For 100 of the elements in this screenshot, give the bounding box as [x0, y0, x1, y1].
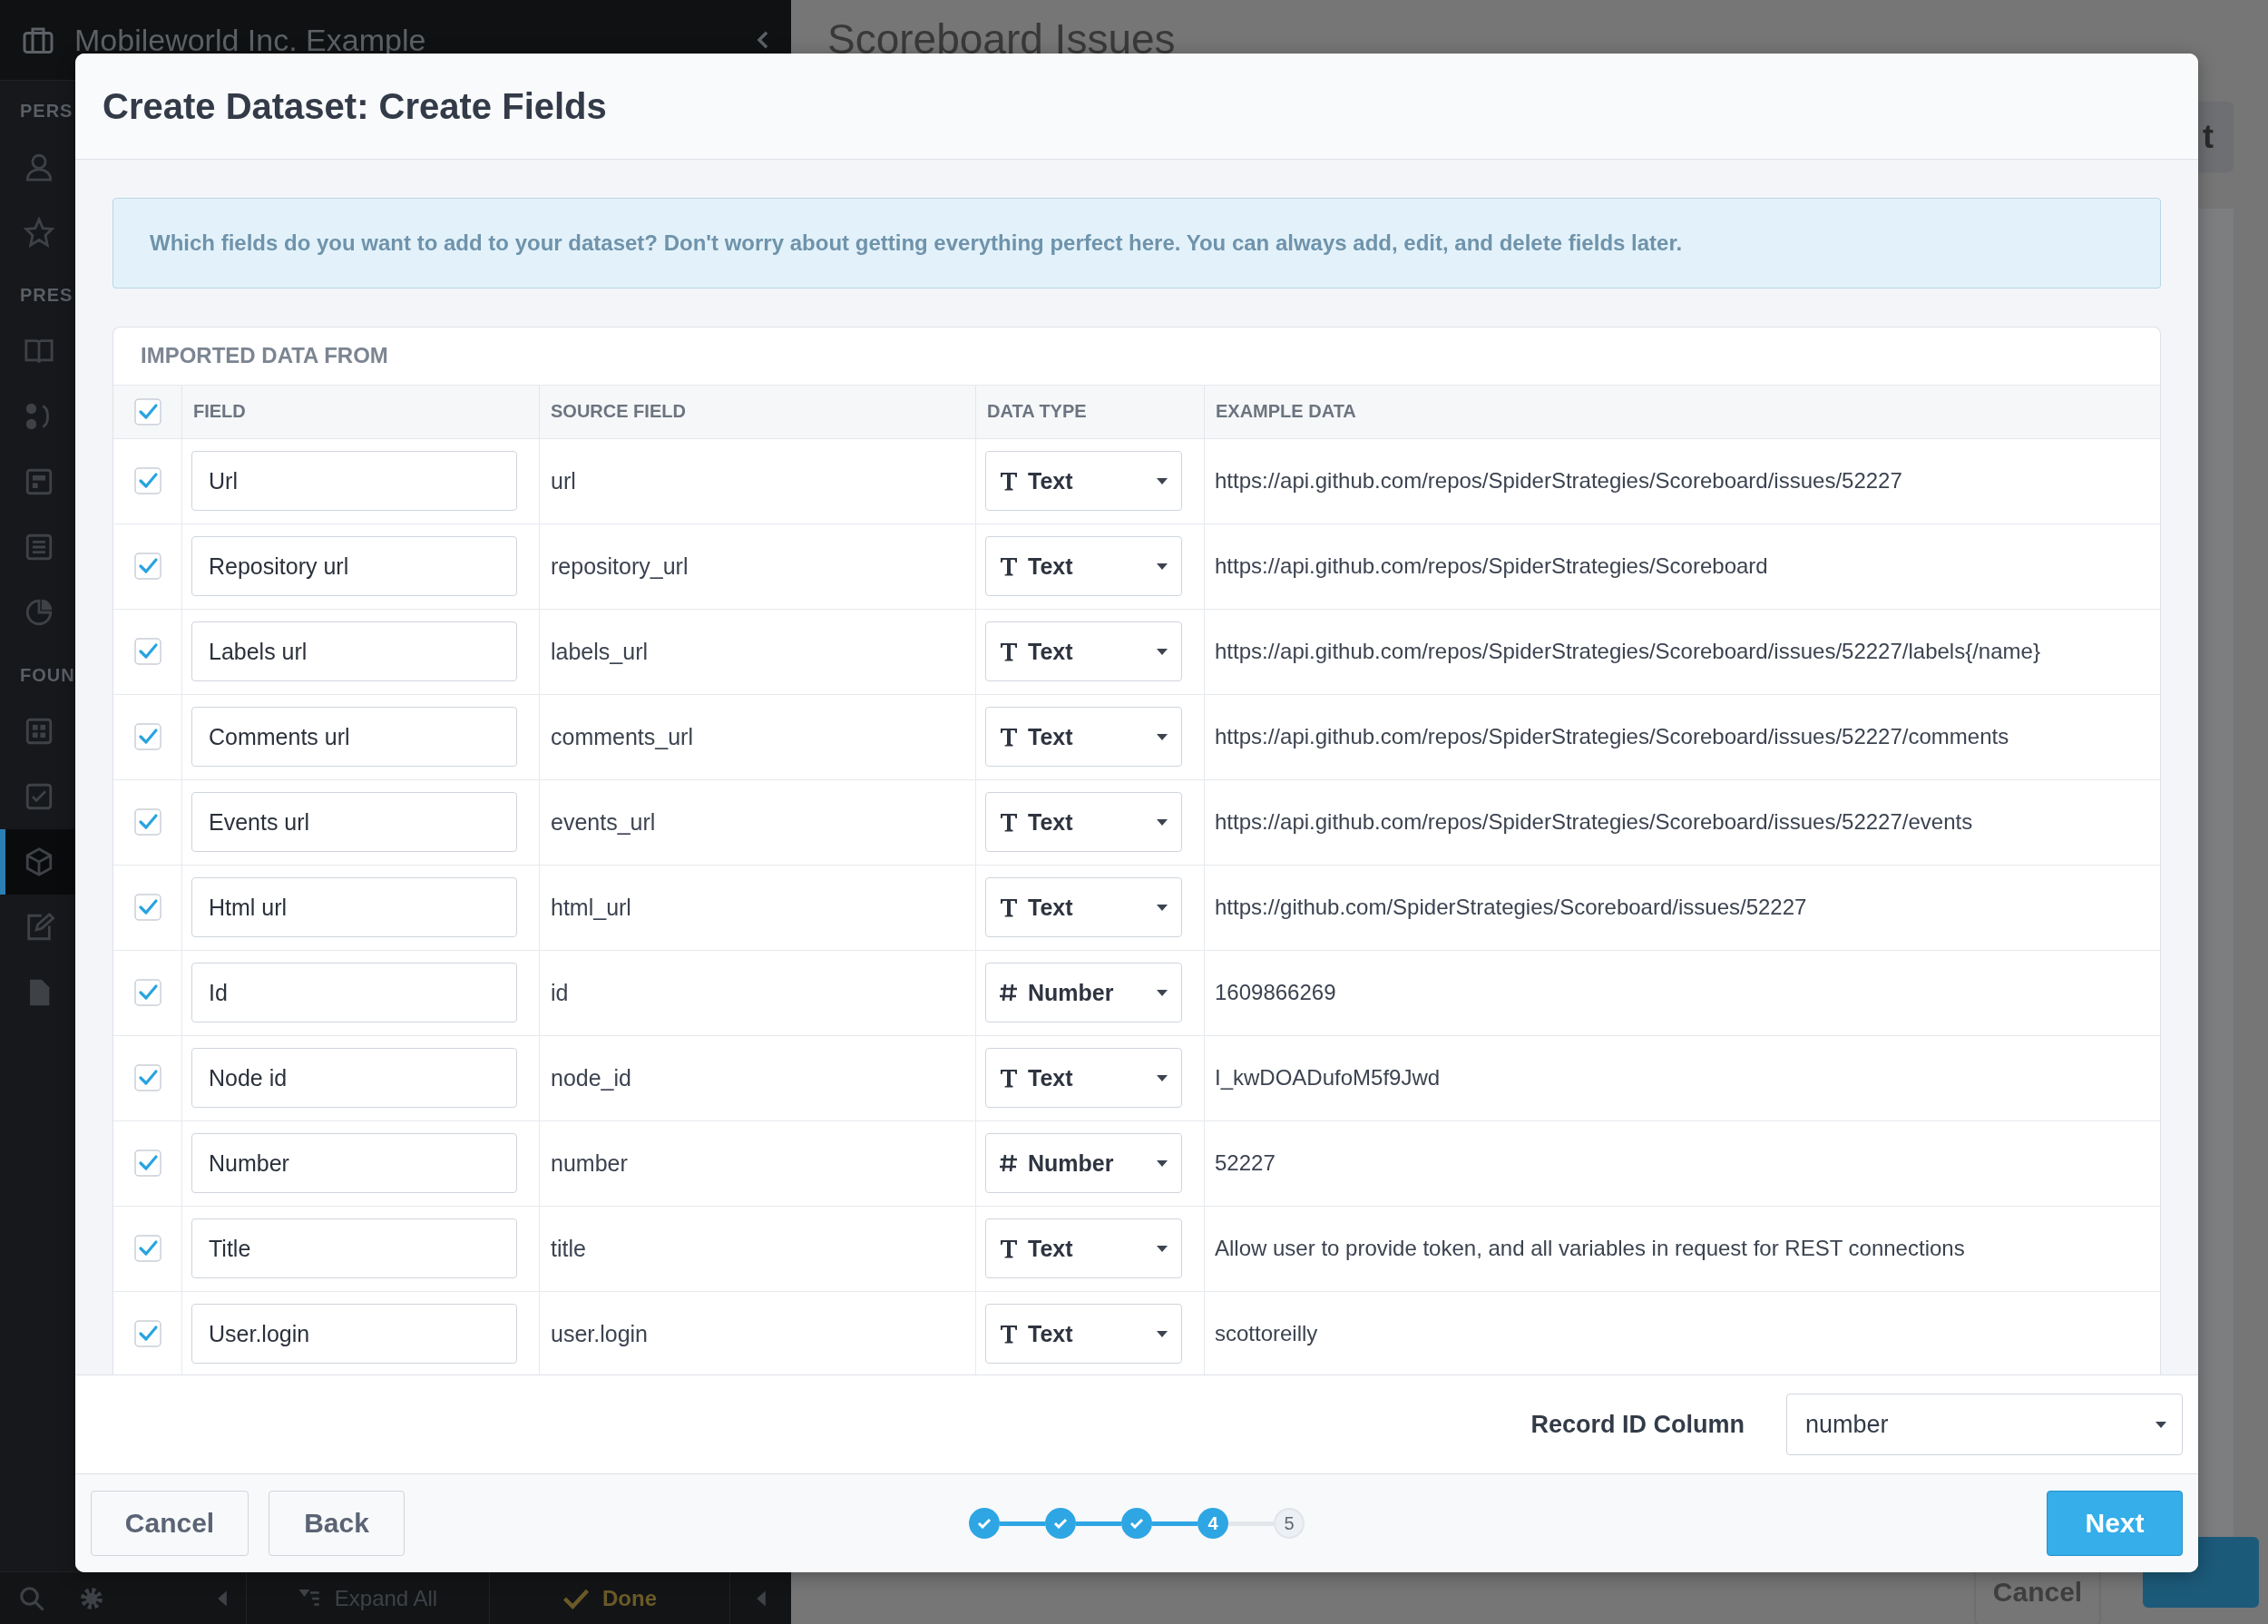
star-icon	[24, 217, 54, 248]
table-cell: node_id	[540, 1035, 976, 1121]
checkbox[interactable]	[133, 894, 161, 922]
caret-down-icon	[2155, 1420, 2167, 1429]
caret-down-icon	[1156, 1244, 1168, 1253]
cube-icon	[24, 846, 54, 877]
column-header: EXAMPLE DATA	[1205, 385, 2160, 439]
checkbox[interactable]	[133, 1235, 161, 1263]
table-cell: repository_url	[540, 523, 976, 610]
caret-down-icon	[1156, 1159, 1168, 1168]
input-field[interactable]: Node id	[191, 1048, 517, 1109]
type-icon	[999, 1324, 1019, 1345]
hash-icon	[999, 1153, 1019, 1174]
caret-left-icon[interactable]	[217, 1589, 228, 1608]
column-header: FIELD	[182, 385, 540, 439]
back-button[interactable]: Back	[269, 1491, 405, 1556]
dropdown[interactable]: Text	[985, 1304, 1182, 1365]
step-indicator: 5	[1274, 1508, 1305, 1539]
section-caption: IMPORTED DATA FROM	[113, 327, 2160, 386]
dropdown[interactable]: Text	[985, 451, 1182, 512]
cancel-button[interactable]: Cancel	[91, 1491, 249, 1556]
type-icon	[999, 897, 1019, 918]
organization-name: Mobileworld Inc. Example	[74, 22, 427, 58]
field-label: Record ID Column	[1530, 1410, 1745, 1439]
dropdown[interactable]: Text	[985, 1218, 1182, 1279]
input-field[interactable]: User.login	[191, 1304, 517, 1365]
search-icon[interactable]	[18, 1584, 45, 1612]
dropdown[interactable]: Text	[985, 536, 1182, 597]
list-icon	[24, 532, 54, 563]
info-message: Which fields do you want to add to your dataset? Don't worry about getting everything perfect here. You can always add, edit, and delete fields later.	[112, 198, 2161, 289]
input-field[interactable]: Comments url	[191, 707, 517, 768]
section-label: PERS	[19, 100, 73, 122]
dropdown[interactable]: Text	[985, 707, 1182, 768]
checkbox[interactable]	[133, 467, 161, 495]
checkbox[interactable]	[133, 638, 161, 666]
checkbox[interactable]	[133, 979, 161, 1007]
table-cell: html_url	[540, 865, 976, 951]
table-cell: https://api.github.com/repos/SpiderStrategies/Scoreboard/issues/52227	[1205, 438, 2160, 524]
checkbox[interactable]	[133, 1064, 161, 1092]
input-field[interactable]: Id	[191, 963, 517, 1023]
dropdown[interactable]: Number	[985, 963, 1182, 1023]
input-field[interactable]: Title	[191, 1218, 517, 1279]
dropdown[interactable]: Text	[985, 877, 1182, 938]
hash-icon	[999, 983, 1019, 1003]
dropdown[interactable]: Number	[985, 1133, 1182, 1194]
checkbox[interactable]	[133, 723, 161, 751]
dropdown[interactable]: number	[1786, 1394, 2183, 1455]
caret-down-icon	[1156, 1073, 1168, 1082]
input-field[interactable]: Number	[191, 1133, 517, 1194]
input-field[interactable]: Labels url	[191, 621, 517, 682]
step-connector	[1228, 1521, 1274, 1526]
pie-chart-icon	[24, 597, 54, 628]
caret-down-icon	[1156, 647, 1168, 656]
grid-icon	[24, 716, 54, 747]
layout-icon	[24, 466, 54, 497]
dropdown[interactable]: Text	[985, 1048, 1182, 1109]
page-title: Scoreboard Issues	[827, 15, 1176, 64]
input-field[interactable]: Repository url	[191, 536, 517, 597]
table-cell: title	[540, 1206, 976, 1292]
step-indicator: 4	[1198, 1508, 1228, 1539]
type-icon	[999, 727, 1019, 748]
checkbox[interactable]	[133, 808, 161, 836]
dropdown[interactable]: Text	[985, 792, 1182, 853]
table-cell: https://github.com/SpiderStrategies/Scoreboard/issues/52227	[1205, 865, 2160, 951]
table-cell: Allow user to provide token, and all variables in request for REST connections	[1205, 1206, 2160, 1292]
checkbox[interactable]	[133, 1320, 161, 1348]
caret-down-icon	[1156, 817, 1168, 827]
caret-down-icon	[1156, 1329, 1168, 1338]
table-cell: https://api.github.com/repos/SpiderStrategies/Scoreboard/issues/52227/comments	[1205, 694, 2160, 780]
dropdown[interactable]: Text	[985, 621, 1182, 682]
input-field[interactable]: Html url	[191, 877, 517, 938]
type-icon	[999, 1068, 1019, 1089]
type-icon	[999, 641, 1019, 662]
input-field[interactable]: Url	[191, 451, 517, 512]
table-cell: https://api.github.com/repos/SpiderStrategies/Scoreboard/issues/52227/events	[1205, 779, 2160, 866]
check-icon	[977, 1518, 992, 1529]
checkbox[interactable]	[133, 397, 161, 426]
section-label: FOUN	[19, 664, 75, 687]
table-cell: url	[540, 438, 976, 524]
table-cell: I_kwDOADufoM5f9Jwd	[1205, 1035, 2160, 1121]
table-cell: events_url	[540, 779, 976, 866]
caret-left-icon[interactable]	[755, 1589, 767, 1608]
caret-down-icon	[1156, 732, 1168, 741]
table-cell: number	[540, 1120, 976, 1207]
chevron-left-icon[interactable]	[757, 30, 769, 50]
sidebar-item[interactable]	[0, 829, 75, 895]
checkbox[interactable]	[133, 553, 161, 581]
type-icon	[999, 1238, 1019, 1259]
input-field[interactable]: Events url	[191, 792, 517, 853]
table-cell: comments_url	[540, 694, 976, 780]
table-cell: https://api.github.com/repos/SpiderStrategies/Scoreboard	[1205, 523, 2160, 610]
caret-down-icon	[1156, 562, 1168, 571]
caret-down-icon	[1156, 903, 1168, 912]
column-header: DATA TYPE	[976, 385, 1205, 439]
check-icon	[1053, 1518, 1068, 1529]
caret-down-icon	[1156, 988, 1168, 997]
table-cell: 1609866269	[1205, 950, 2160, 1036]
checkbox[interactable]	[133, 1150, 161, 1178]
caret-down-icon	[1156, 476, 1168, 485]
table-cell: id	[540, 950, 976, 1036]
